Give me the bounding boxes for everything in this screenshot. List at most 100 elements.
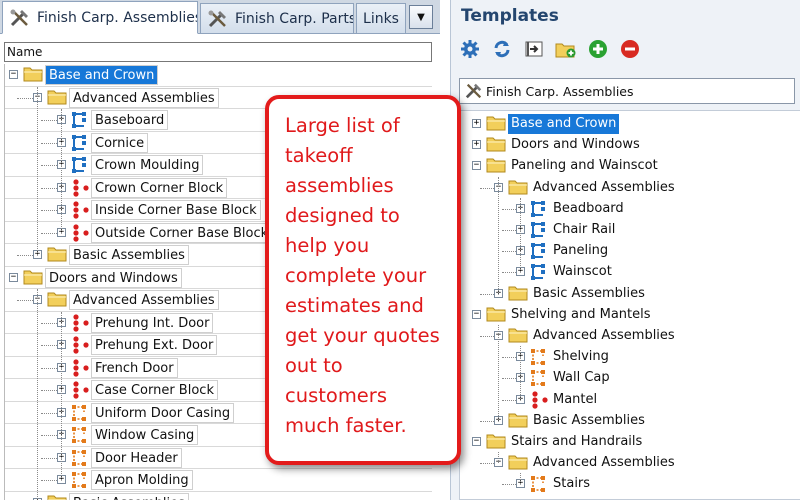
tree-guide-line	[498, 325, 499, 421]
folder-icon	[47, 89, 67, 109]
tree-item-label: Advanced Assemblies	[69, 87, 219, 108]
templates-tree: + Base and Crown + Doors and Windows − Paneli…	[459, 110, 800, 500]
tree-item-row[interactable]: + Wall Cap	[460, 367, 800, 389]
tree-item-label: Chair Rail	[553, 222, 616, 237]
new-folder-icon[interactable]	[555, 38, 577, 60]
tree-item-row[interactable]: + Shelving	[460, 346, 800, 368]
refresh-icon[interactable]	[491, 38, 513, 60]
tree-item-label: Paneling	[553, 243, 609, 259]
tree-folder-row[interactable]: − Paneling and Wainscot	[460, 155, 800, 177]
tools-icon	[207, 9, 229, 29]
tree-item-row[interactable]: + Paneling	[460, 240, 800, 262]
tree-item-label: Stairs	[553, 476, 591, 492]
tree-item-label: Advanced Assemblies	[533, 328, 675, 343]
tree-item-row[interactable]: + Beadboard	[460, 198, 800, 220]
assembly-orange-icon	[71, 404, 87, 426]
add-icon[interactable]	[587, 38, 609, 60]
tree-guide-line	[520, 197, 521, 272]
expand-icon[interactable]: +	[472, 140, 481, 150]
collapse-icon[interactable]: −	[472, 437, 481, 446]
assembly-red-icon	[71, 381, 91, 403]
collapse-icon[interactable]: −	[9, 70, 18, 79]
tab-label: Finish Carp. Assemblies	[37, 9, 198, 26]
tree-folder-row[interactable]: +Basic Assemblies	[460, 410, 800, 432]
callout-line: assemblies	[285, 174, 394, 197]
tree-item-label: Beadboard	[553, 200, 624, 216]
tab-links[interactable]: Links	[356, 3, 406, 33]
tree-item-row[interactable]: + Apron Molding	[5, 469, 432, 491]
tree-item-label: Cornice	[91, 132, 149, 153]
tree-folder-row[interactable]: + Base and Crown	[460, 113, 800, 135]
templates-pane: Templates Finish Carp. Assemblies + Base …	[450, 0, 800, 500]
tree-item-label: Window Casing	[91, 425, 199, 445]
tree-item-label: Prehung Ext. Door	[91, 335, 218, 355]
assembly-red-icon	[71, 358, 91, 381]
tree-item-label: Shelving	[553, 349, 609, 365]
tree-item-row[interactable]: + Chair Rail	[460, 219, 800, 241]
tree-guide-line	[520, 473, 521, 484]
remove-icon[interactable]	[619, 38, 641, 60]
gear-icon[interactable]	[459, 38, 481, 60]
tree-guide-line	[61, 311, 62, 481]
tree-item-label: Baseboard	[91, 110, 169, 130]
folder-icon	[47, 291, 67, 311]
tree-guide-line	[498, 452, 499, 463]
folder-icon	[23, 269, 43, 289]
folder-icon	[486, 115, 506, 135]
tree-item-label: Apron Molding	[91, 470, 193, 490]
tree-item-label: Inside Corner Base Block	[91, 200, 261, 220]
tree-guide-line	[37, 289, 38, 500]
tree-folder-row[interactable]: − Stairs and Handrails	[460, 431, 800, 453]
folder-icon	[508, 412, 528, 432]
tree-item-label: Basic Assemblies	[69, 492, 189, 500]
tree-item-row[interactable]: + Mantel	[460, 389, 800, 411]
more-tabs-button[interactable]: ▼	[409, 5, 433, 29]
tree-folder-row[interactable]: +Basic Assemblies	[5, 492, 432, 500]
tree-item-label: Basic Assemblies	[69, 245, 189, 265]
tree-folder-row[interactable]: + Doors and Windows	[460, 134, 800, 156]
tree-item-label: Mantel	[553, 391, 598, 407]
folder-icon	[508, 327, 528, 347]
expand-icon[interactable]: +	[472, 119, 481, 128]
tree-item-row[interactable]: + Wainscot	[460, 261, 800, 283]
template-category-select[interactable]: Finish Carp. Assemblies	[459, 78, 795, 104]
callout-line: much faster.	[285, 414, 407, 437]
tree-item-label: Wall Cap	[553, 370, 610, 386]
assembly-orange-icon	[71, 449, 87, 471]
callout-line: takeoff	[285, 144, 353, 167]
folder-icon	[486, 136, 506, 156]
tree-item-label: Paneling and Wainscot	[511, 158, 658, 174]
tab-finish-carp-assemblies[interactable]: Finish Carp. Assemblies	[2, 1, 198, 34]
collapse-icon[interactable]: −	[472, 161, 481, 171]
collapse-icon[interactable]: −	[472, 309, 481, 319]
tree-item-label: Base and Crown	[508, 114, 620, 134]
folder-icon	[47, 494, 67, 500]
tab-label: Finish Carp. Parts	[235, 10, 354, 27]
tree-folder-row[interactable]: − Advanced Assemblies	[460, 452, 800, 474]
tree-item-row[interactable]: + Stairs	[460, 473, 800, 495]
callout-line: Large list of	[285, 114, 400, 137]
select-value: Finish Carp. Assemblies	[486, 83, 634, 99]
assembly-blue-icon	[71, 156, 87, 178]
tab-finish-carp-parts[interactable]: Finish Carp. Parts	[200, 3, 354, 33]
assembly-orange-icon	[71, 426, 87, 448]
callout-box: Large list of takeoff assemblies designed t…	[265, 95, 461, 465]
assembly-red-icon	[71, 336, 91, 358]
tree-folder-row[interactable]: +Basic Assemblies	[460, 283, 800, 305]
tree-item-label: Shelving and Mantels	[511, 306, 651, 322]
callout-line: get your quotes	[285, 324, 440, 347]
folder-icon	[508, 179, 528, 199]
collapse-icon[interactable]: −	[9, 272, 18, 282]
callout-line: designed to	[285, 204, 400, 227]
column-header-name[interactable]: Name	[4, 42, 432, 62]
tree-folder-row[interactable]: − Shelving and Mantels	[460, 304, 800, 326]
tree-item-label: Basic Assemblies	[533, 412, 645, 428]
tree-folder-row[interactable]: − Advanced Assemblies	[460, 325, 800, 347]
import-icon[interactable]	[523, 38, 545, 60]
tree-guide-line	[37, 86, 38, 256]
tree-folder-row[interactable]: − Base and Crown	[5, 64, 432, 86]
tree-folder-row[interactable]: − Advanced Assemblies	[460, 177, 800, 199]
assembly-red-icon	[71, 313, 91, 336]
assembly-red-icon	[71, 178, 91, 201]
tree-item-label: Door Header	[91, 447, 182, 468]
